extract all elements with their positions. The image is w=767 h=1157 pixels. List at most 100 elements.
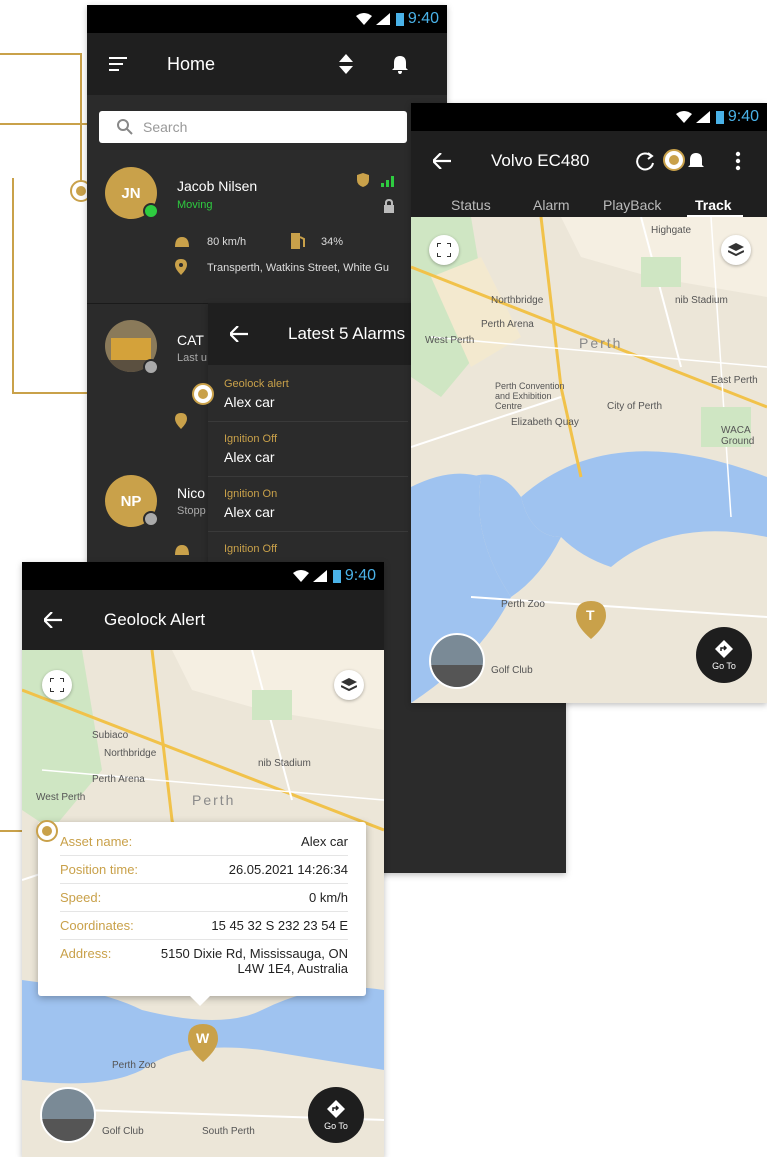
map-label: West Perth [425, 335, 475, 346]
tab-alarm[interactable]: Alarm [533, 197, 570, 213]
map-label: East Perth [711, 375, 758, 386]
map-label: Perth Arena [481, 319, 534, 330]
vehicle-photo [111, 338, 151, 360]
info-key: Position time: [60, 862, 139, 877]
map-label: Northbridge [491, 295, 544, 306]
back-arrow-icon[interactable] [433, 153, 451, 169]
fullscreen-button[interactable] [429, 235, 459, 265]
wifi-icon [675, 111, 692, 123]
map-label: Perth Convention and Exhibition Centre [495, 381, 565, 411]
track-title: Volvo EC480 [491, 151, 590, 170]
back-arrow-icon[interactable] [230, 326, 248, 342]
street-view-road [42, 1119, 94, 1141]
lock-icon [384, 199, 394, 213]
geolock-map[interactable]: Perth Perth Arena West Perth Northbridge… [22, 650, 384, 1157]
callout-marker [663, 149, 685, 171]
info-key: Speed: [60, 890, 102, 905]
track-map[interactable]: Perth Perth Arena West Perth Perth Conve… [411, 217, 767, 703]
sort-icon[interactable] [339, 54, 354, 74]
street-view-thumb[interactable] [40, 1087, 96, 1143]
alarm-item[interactable]: Geolock alert Alex car [224, 378, 289, 410]
info-value: 15 45 32 S 232 23 54 E [211, 918, 348, 933]
vehicle-marker-label: T [586, 607, 595, 623]
alarm-item[interactable]: Ignition On Alex car [224, 488, 277, 520]
status-online-dot [143, 203, 159, 219]
signal-icon [375, 13, 390, 25]
info-row: Position time: 26.05.2021 14:26:34 [60, 856, 348, 884]
status-time: 9:40 [344, 567, 376, 584]
alarm-asset: Alex car [224, 449, 275, 465]
page-title: Home [167, 53, 216, 74]
refresh-icon[interactable] [635, 151, 655, 171]
map-label: South Perth [202, 1126, 255, 1137]
directions-icon [327, 1099, 345, 1118]
info-key: Asset name: [60, 834, 133, 849]
fuel-icon [291, 233, 305, 249]
info-row: Speed: 0 km/h [60, 884, 348, 912]
card-pointer [190, 996, 210, 1006]
info-key: Coordinates: [60, 918, 134, 933]
map-label: nib Stadium [258, 758, 311, 769]
alarm-item[interactable]: Ignition Off Alex car [224, 433, 277, 465]
menu-icon[interactable] [109, 56, 129, 72]
shield-icon [357, 173, 369, 187]
search-bar[interactable]: Search [99, 111, 407, 143]
asset-address: Transperth, Watkins Street, White Gu [207, 262, 389, 274]
home-app-bar: Home [87, 33, 447, 95]
search-input[interactable]: Search [143, 119, 187, 135]
asset-state: Last u [177, 352, 207, 364]
street-view-thumb[interactable] [429, 633, 485, 689]
callout-line [80, 53, 82, 188]
asset-fuel: 34% [321, 236, 344, 248]
map-label: West Perth [36, 792, 86, 803]
alarm-item[interactable]: Ignition Off [224, 543, 277, 555]
directions-icon [715, 639, 733, 658]
layers-button[interactable] [334, 670, 364, 700]
goto-label: Go To [324, 1120, 348, 1131]
alarm-asset: Alex car [224, 394, 275, 410]
tab-status[interactable]: Status [451, 197, 491, 213]
bell-icon[interactable] [391, 54, 409, 74]
status-bar: 9:40 [22, 562, 384, 590]
asset-state: Moving [177, 199, 213, 211]
tab-track[interactable]: Track [695, 197, 732, 213]
info-value: Alex car [301, 834, 348, 849]
layers-icon [728, 243, 744, 257]
location-pin-icon [175, 259, 187, 275]
more-vertical-icon[interactable] [735, 151, 741, 171]
wifi-icon [292, 570, 309, 582]
asset-name[interactable]: Jacob Nilsen [177, 178, 257, 194]
status-offline-dot [143, 359, 159, 375]
street-view-road [431, 665, 483, 687]
alarm-type: Ignition Off [224, 433, 277, 445]
goto-button[interactable]: Go To [696, 627, 752, 683]
alarm-type: Geolock alert [224, 378, 289, 390]
search-icon [117, 119, 133, 135]
alarms-title: Latest 5 Alarms [288, 324, 406, 343]
tab-playback[interactable]: PlayBack [603, 197, 661, 213]
map-label-perth: Perth [192, 792, 236, 808]
signal-small-icon [381, 176, 394, 187]
speedometer-icon [175, 237, 189, 247]
map-label-perth: Perth [579, 335, 623, 351]
back-arrow-icon[interactable] [44, 612, 62, 628]
asset-name[interactable]: Nico [177, 485, 205, 501]
asset-name[interactable]: CAT [177, 332, 204, 348]
battery-icon [395, 13, 404, 26]
goto-button[interactable]: Go To [308, 1087, 364, 1143]
bell-icon[interactable] [687, 151, 705, 171]
status-time: 9:40 [727, 108, 759, 125]
map-label: WACA Ground [721, 425, 755, 447]
layers-button[interactable] [721, 235, 751, 265]
callout-marker [36, 820, 58, 842]
track-app-bar: Volvo EC480 Status Alarm PlayBack Track [411, 131, 767, 217]
callout-line [0, 53, 80, 55]
asset-state: Stopp [177, 505, 206, 517]
alarm-type: Ignition Off [224, 543, 277, 555]
fullscreen-button[interactable] [42, 670, 72, 700]
layers-icon [341, 678, 357, 692]
signal-icon [312, 570, 327, 582]
battery-icon [332, 570, 341, 583]
map-label: Subiaco [92, 730, 129, 741]
fullscreen-icon [437, 243, 451, 257]
